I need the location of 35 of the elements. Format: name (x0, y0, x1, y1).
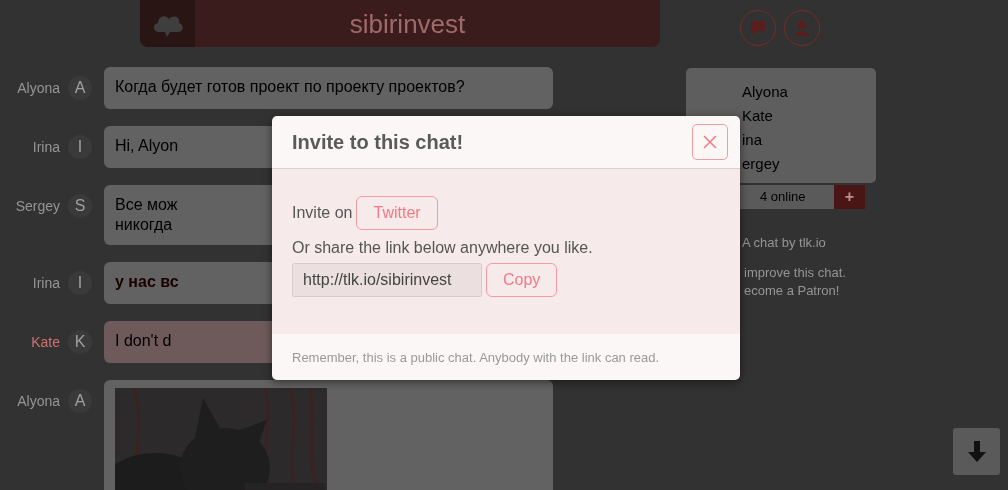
author-name: Alyona (16, 392, 60, 411)
link-field[interactable]: http://tlk.io/sibirinvest (292, 263, 482, 297)
avatar-initial: A (68, 389, 92, 413)
support-text: improve this chat. (744, 264, 847, 282)
support-text: ecome a Patron! (744, 282, 841, 300)
author-name: Alyona (16, 79, 60, 98)
message-text: I don't d (115, 331, 172, 351)
avatar-initial: I (68, 135, 92, 159)
message-text: Когда будет готов проект по проекту проектов? (115, 77, 465, 97)
dialog-title: Invite to this chat! (292, 130, 464, 154)
author-name: Sergey (14, 197, 60, 216)
user-name: Kate (742, 106, 774, 126)
user-name: Alyona (742, 82, 789, 102)
public-chat-note: Remember, this is a public chat. Anybody with the link can read. (292, 349, 660, 365)
close-button[interactable] (692, 124, 728, 160)
arrow-down-icon (966, 440, 987, 463)
add-button[interactable]: + (834, 185, 865, 209)
avatar-initial: I (68, 271, 92, 295)
credit-text: A chat by tlk.io (742, 235, 827, 250)
author-name: Irina (31, 138, 60, 157)
chat-title: sibirinvest (348, 7, 467, 40)
share-text: Or share the link below anywhere you like. (292, 239, 594, 257)
user-name: ergey (742, 154, 781, 174)
message-text: Все мож никогда (115, 195, 178, 235)
scroll-down-button[interactable] (953, 428, 1000, 475)
invite-label: Invite on (292, 204, 353, 222)
close-icon (703, 135, 717, 149)
avatar-initial: S (68, 194, 92, 218)
author-name: Irina (31, 274, 60, 293)
message-text: у нас вс (115, 272, 179, 292)
user-name: ina (742, 130, 764, 150)
message-text: Hi, Alyon (115, 136, 179, 156)
avatar-initial: K (68, 330, 92, 354)
author-name: Kate (30, 333, 60, 352)
avatar-initial: A (68, 76, 92, 100)
